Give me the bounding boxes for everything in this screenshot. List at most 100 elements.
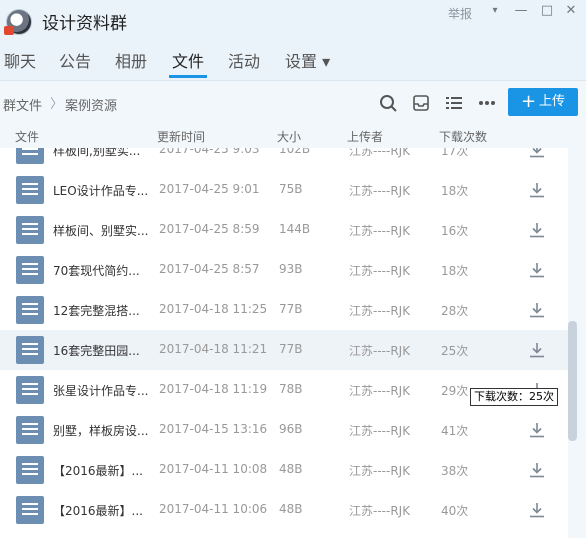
file-name[interactable]: 16套完整田园... (53, 342, 151, 359)
file-size: 48B (279, 502, 303, 516)
column-size[interactable]: 大小 (277, 128, 301, 145)
minimize-icon[interactable]: — (512, 2, 530, 20)
file-update-time: 2017-04-25 8:57 (159, 262, 260, 276)
inbox-icon[interactable] (411, 93, 431, 113)
download-icon[interactable] (529, 502, 545, 518)
file-row[interactable]: 【2016最新】... 2017-04-11 10:08 48B 江苏----RJK 3… (0, 450, 568, 490)
column-update-time[interactable]: 更新时间 (157, 128, 205, 145)
breadcrumb-current: 案例资源 (65, 99, 118, 114)
file-download-count: 40次 (441, 504, 469, 518)
file-row[interactable]: 别墅，样板房设... 2017-04-15 13:16 96B 江苏----RJK 41… (0, 410, 568, 450)
nav-tabs: 聊天 公告 相册 文件 活动 设置 ▾ (0, 44, 586, 80)
file-download-count: 38次 (441, 464, 469, 478)
file-uploader: 江苏----RJK (349, 344, 411, 358)
download-icon[interactable] (529, 422, 545, 438)
file-update-time: 2017-04-25 8:59 (159, 222, 260, 236)
file-name[interactable]: 张星设计作品专... (53, 382, 151, 399)
chevron-down-icon[interactable]: ▾ (486, 2, 504, 20)
file-row[interactable]: LEO设计作品专... 2017-04-25 9:01 75B 江苏----RJK 18… (0, 170, 568, 210)
document-icon (16, 376, 44, 404)
file-update-time: 2017-04-18 11:19 (159, 382, 268, 396)
file-size: 78B (279, 382, 303, 396)
document-icon (16, 416, 44, 444)
file-download-count: 41次 (441, 424, 469, 438)
file-update-time: 2017-04-25 9:01 (159, 182, 260, 196)
download-icon[interactable] (529, 302, 545, 318)
more-icon[interactable] (477, 93, 497, 113)
file-uploader: 江苏----RJK (349, 184, 411, 198)
file-row[interactable]: 样板间、别墅实... 2017-04-25 8:59 144B 江苏----RJK 16… (0, 210, 568, 250)
file-row[interactable]: 70套现代简约... 2017-04-25 8:57 93B 江苏----RJK 18次 (0, 250, 568, 290)
download-icon[interactable] (529, 342, 545, 358)
file-size: 93B (279, 262, 303, 276)
search-icon[interactable] (378, 93, 398, 113)
file-size: 48B (279, 462, 303, 476)
file-update-time: 2017-04-15 13:16 (159, 422, 268, 436)
tab-settings[interactable]: 设置 ▾ (285, 48, 330, 72)
file-update-time: 2017-04-11 10:08 (159, 462, 268, 476)
file-download-count: 16次 (441, 224, 469, 238)
column-file[interactable]: 文件 (15, 128, 39, 145)
file-download-count: 18次 (441, 184, 469, 198)
upload-button[interactable]: + 上传 (508, 88, 578, 116)
file-uploader: 江苏----RJK (349, 264, 411, 278)
file-name[interactable]: 样板间,别墅实... (53, 148, 151, 159)
download-icon[interactable] (529, 262, 545, 278)
file-toolbar: 群文件 〉 案例资源 (0, 80, 586, 124)
file-download-count: 17次 (441, 148, 469, 158)
file-name[interactable]: 样板间、别墅实... (53, 222, 151, 239)
download-icon[interactable] (529, 182, 545, 198)
document-icon (16, 296, 44, 324)
report-link[interactable]: 举报 (448, 5, 472, 22)
file-download-count: 28次 (441, 304, 469, 318)
file-update-time: 2017-04-25 9:03 (159, 148, 260, 156)
plus-icon: + (520, 91, 537, 112)
document-icon (16, 256, 44, 284)
file-row[interactable]: 12套完整混搭... 2017-04-18 11:25 77B 江苏----RJK 28… (0, 290, 568, 330)
column-uploader[interactable]: 上传者 (347, 128, 383, 145)
file-update-time: 2017-04-18 11:25 (159, 302, 268, 316)
document-icon (16, 216, 44, 244)
file-name[interactable]: 【2016最新】... (53, 502, 151, 519)
scrollbar-thumb[interactable] (568, 321, 577, 441)
document-icon (16, 456, 44, 484)
file-row[interactable]: 【2016最新】... 2017-04-11 10:06 48B 江苏----RJK 4… (0, 490, 568, 530)
file-name[interactable]: 12套完整混搭... (53, 302, 151, 319)
list-view-icon[interactable] (444, 93, 464, 113)
tab-announcements[interactable]: 公告 (59, 48, 91, 72)
file-size: 102B (279, 148, 311, 156)
file-download-count: 25次 (441, 344, 469, 358)
file-update-time: 2017-04-11 10:06 (159, 502, 268, 516)
document-icon (16, 336, 44, 364)
download-icon[interactable] (529, 148, 545, 158)
tab-activities[interactable]: 活动 (228, 48, 260, 72)
breadcrumb-root[interactable]: 群文件 (3, 95, 42, 114)
file-uploader: 江苏----RJK (349, 464, 411, 478)
document-icon (16, 496, 44, 524)
file-row[interactable]: 16套完整田园... 2017-04-18 11:21 77B 江苏----RJK 25… (0, 330, 568, 370)
file-uploader: 江苏----RJK (349, 304, 411, 318)
tab-files[interactable]: 文件 (172, 48, 204, 72)
avatar-badge-icon (4, 26, 14, 35)
file-uploader: 江苏----RJK (349, 148, 411, 158)
file-name[interactable]: 【2016最新】... (53, 462, 151, 479)
group-title: 设计资料群 (42, 14, 127, 34)
tab-album[interactable]: 相册 (115, 48, 147, 72)
tab-chat[interactable]: 聊天 (4, 48, 36, 72)
file-download-count: 29次 (441, 384, 469, 398)
file-name[interactable]: 别墅，样板房设... (53, 422, 151, 439)
file-name[interactable]: 70套现代简约... (53, 262, 151, 279)
column-header: 文件 更新时间 大小 上传者 下载次数 (0, 124, 586, 148)
upload-label: 上传 (539, 94, 566, 109)
file-size: 77B (279, 302, 303, 316)
document-icon (16, 176, 44, 204)
file-size: 96B (279, 422, 303, 436)
download-icon[interactable] (529, 462, 545, 478)
download-icon[interactable] (529, 222, 545, 238)
file-uploader: 江苏----RJK (349, 384, 411, 398)
file-row[interactable]: 样板间,别墅实... 2017-04-25 9:03 102B 江苏----RJK 17… (0, 148, 568, 170)
column-download-count[interactable]: 下载次数 (439, 128, 487, 145)
maximize-icon[interactable]: □ (538, 2, 556, 20)
file-name[interactable]: LEO设计作品专... (53, 182, 151, 199)
close-icon[interactable]: ✕ (562, 2, 580, 20)
